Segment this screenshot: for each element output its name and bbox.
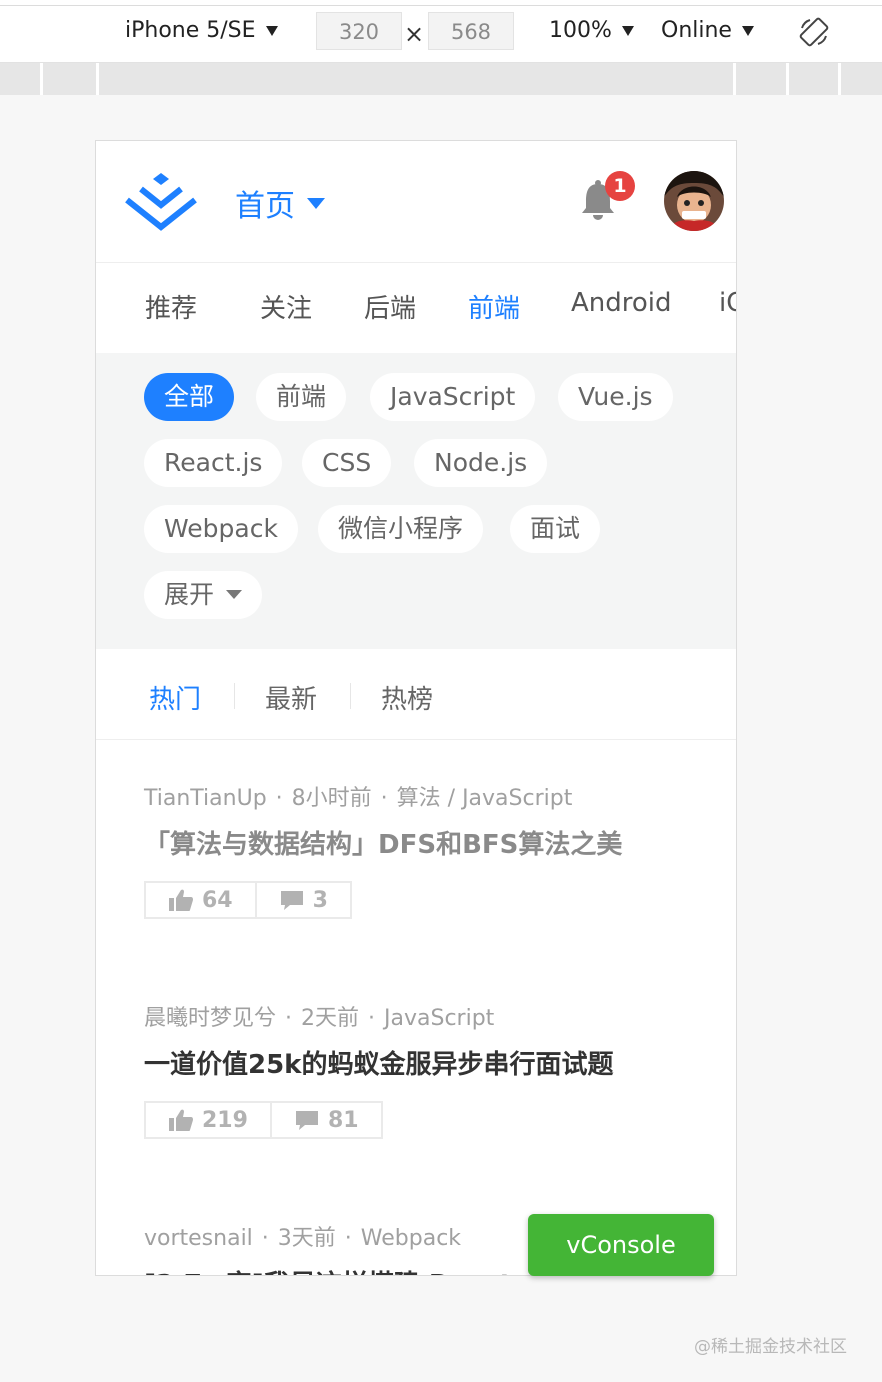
chevron-down-icon [621,26,634,36]
vconsole-button[interactable]: vConsole [528,1214,714,1276]
sort-hot[interactable]: 热门 [149,679,201,716]
ruler-tick [733,63,736,95]
article-tags: JavaScript [384,1006,495,1031]
article-tags: Webpack [360,1226,462,1251]
tag-webpack[interactable]: Webpack [144,505,298,553]
tab-backend[interactable]: 后端 [364,288,416,325]
media-query-ruler [0,63,882,95]
device-select[interactable]: iPhone 5/SE [125,18,278,43]
tag-miniprogram[interactable]: 微信小程序 [318,505,484,553]
article-meta: 晨曦时梦见兮 · 2天前 · JavaScript [144,1006,495,1031]
author-name[interactable]: vortesnail [144,1226,253,1251]
article-title[interactable]: 一道价值25k的蚂蚁金服异步串行面试题 [144,1044,613,1081]
like-button[interactable]: 219 [146,1103,270,1137]
like-count: 219 [202,1107,248,1133]
comment-count: 3 [312,887,328,913]
caret-down-icon [226,589,243,599]
avatar[interactable] [664,171,724,231]
author-name[interactable]: 晨曦时梦见兮 [144,1006,276,1031]
tab-recommend[interactable]: 推荐 [145,288,197,325]
tag-react[interactable]: React.js [144,439,283,487]
tag-filter: 全部 前端 JavaScript Vue.js React.js CSS Nod… [96,353,736,649]
tag-css[interactable]: CSS [302,439,392,487]
tab-ios[interactable]: iOS [719,288,736,318]
zoom-value: 100% [549,18,612,43]
tag-javascript[interactable]: JavaScript [370,373,536,421]
toolbar-divider [0,5,882,6]
comment-button[interactable]: 3 [254,883,350,917]
sort-tabs: 热门 最新 热榜 [96,649,736,740]
list-item[interactable]: 晨曦时梦见兮 · 2天前 · JavaScript 一道价值25k的蚂蚁金服异步串行面试… [96,960,736,1181]
tag-frontend[interactable]: 前端 [256,373,347,421]
height-input[interactable]: 568 [428,12,514,50]
ruler-tick [40,63,43,95]
tab-frontend[interactable]: 前端 [468,288,520,325]
expand-label: 展开 [164,580,215,609]
nav-title: 首页 [235,189,295,224]
article-title[interactable]: 「算法与数据结构」DFS和BFS算法之美 [144,824,622,861]
expand-tags-button[interactable]: 展开 [144,571,263,619]
tag-interview[interactable]: 面试 [510,505,601,553]
article-meta: TianTianUp · 8小时前 · 算法 / JavaScript [144,786,573,811]
article-actions: 64 3 [144,881,352,919]
article-meta: vortesnail · 3天前 · Webpack [144,1226,462,1251]
chevron-down-icon [741,26,754,36]
zoom-select[interactable]: 100% [549,18,634,43]
comment-count: 81 [327,1107,359,1133]
app-header: 首页 1 [96,141,736,263]
nav-menu[interactable]: 首页 [235,181,325,225]
article-actions: 219 81 [144,1101,383,1139]
tag-vue[interactable]: Vue.js [558,373,673,421]
caret-down-icon [307,198,325,209]
device-toolbar: iPhone 5/SE 320 × 568 100% Online [0,0,882,63]
tab-android[interactable]: Android [571,288,672,318]
like-count: 64 [202,887,233,913]
times-sign: × [404,20,425,48]
juejin-logo-icon[interactable] [124,173,198,231]
network-select[interactable]: Online [661,18,754,43]
thumbs-up-icon [169,1109,193,1131]
list-item[interactable]: TianTianUp · 8小时前 · 算法 / JavaScript 「算法与数据结构… [96,740,736,961]
divider [234,683,235,709]
device-name: iPhone 5/SE [125,18,256,43]
watermark: @稀土掘金技术社区 [694,1337,847,1357]
comment-button[interactable]: 81 [269,1103,381,1137]
chevron-down-icon [265,26,278,36]
ruler-tick [838,63,841,95]
post-time: 2天前 [301,1006,360,1031]
comment-icon [295,1111,318,1130]
sort-ranking[interactable]: 热榜 [381,679,433,716]
article-tags: 算法 / JavaScript [396,786,573,811]
tab-follow[interactable]: 关注 [260,288,312,325]
post-time: 8小时前 [291,786,372,811]
divider [350,683,351,709]
sort-latest[interactable]: 最新 [265,679,317,716]
network-value: Online [661,18,732,43]
article-title[interactable]: [2.7w字]我是这样搭建 React... [144,1264,542,1275]
category-tabs: 推荐 关注 后端 前端 Android iOS [96,263,736,353]
ruler-tick [786,63,789,95]
ruler-tick [96,63,99,95]
device-viewport: 首页 1 推荐 关注 后端 前端 Android iOS [95,140,737,1276]
rotate-icon[interactable] [798,16,830,48]
tag-node[interactable]: Node.js [414,439,548,487]
thumbs-up-icon [169,889,193,911]
notification-badge: 1 [605,171,635,201]
tag-all[interactable]: 全部 [144,373,235,421]
comment-icon [280,891,303,910]
width-input[interactable]: 320 [316,12,402,50]
author-name[interactable]: TianTianUp [144,786,267,811]
post-time: 3天前 [277,1226,336,1251]
like-button[interactable]: 64 [146,883,255,917]
